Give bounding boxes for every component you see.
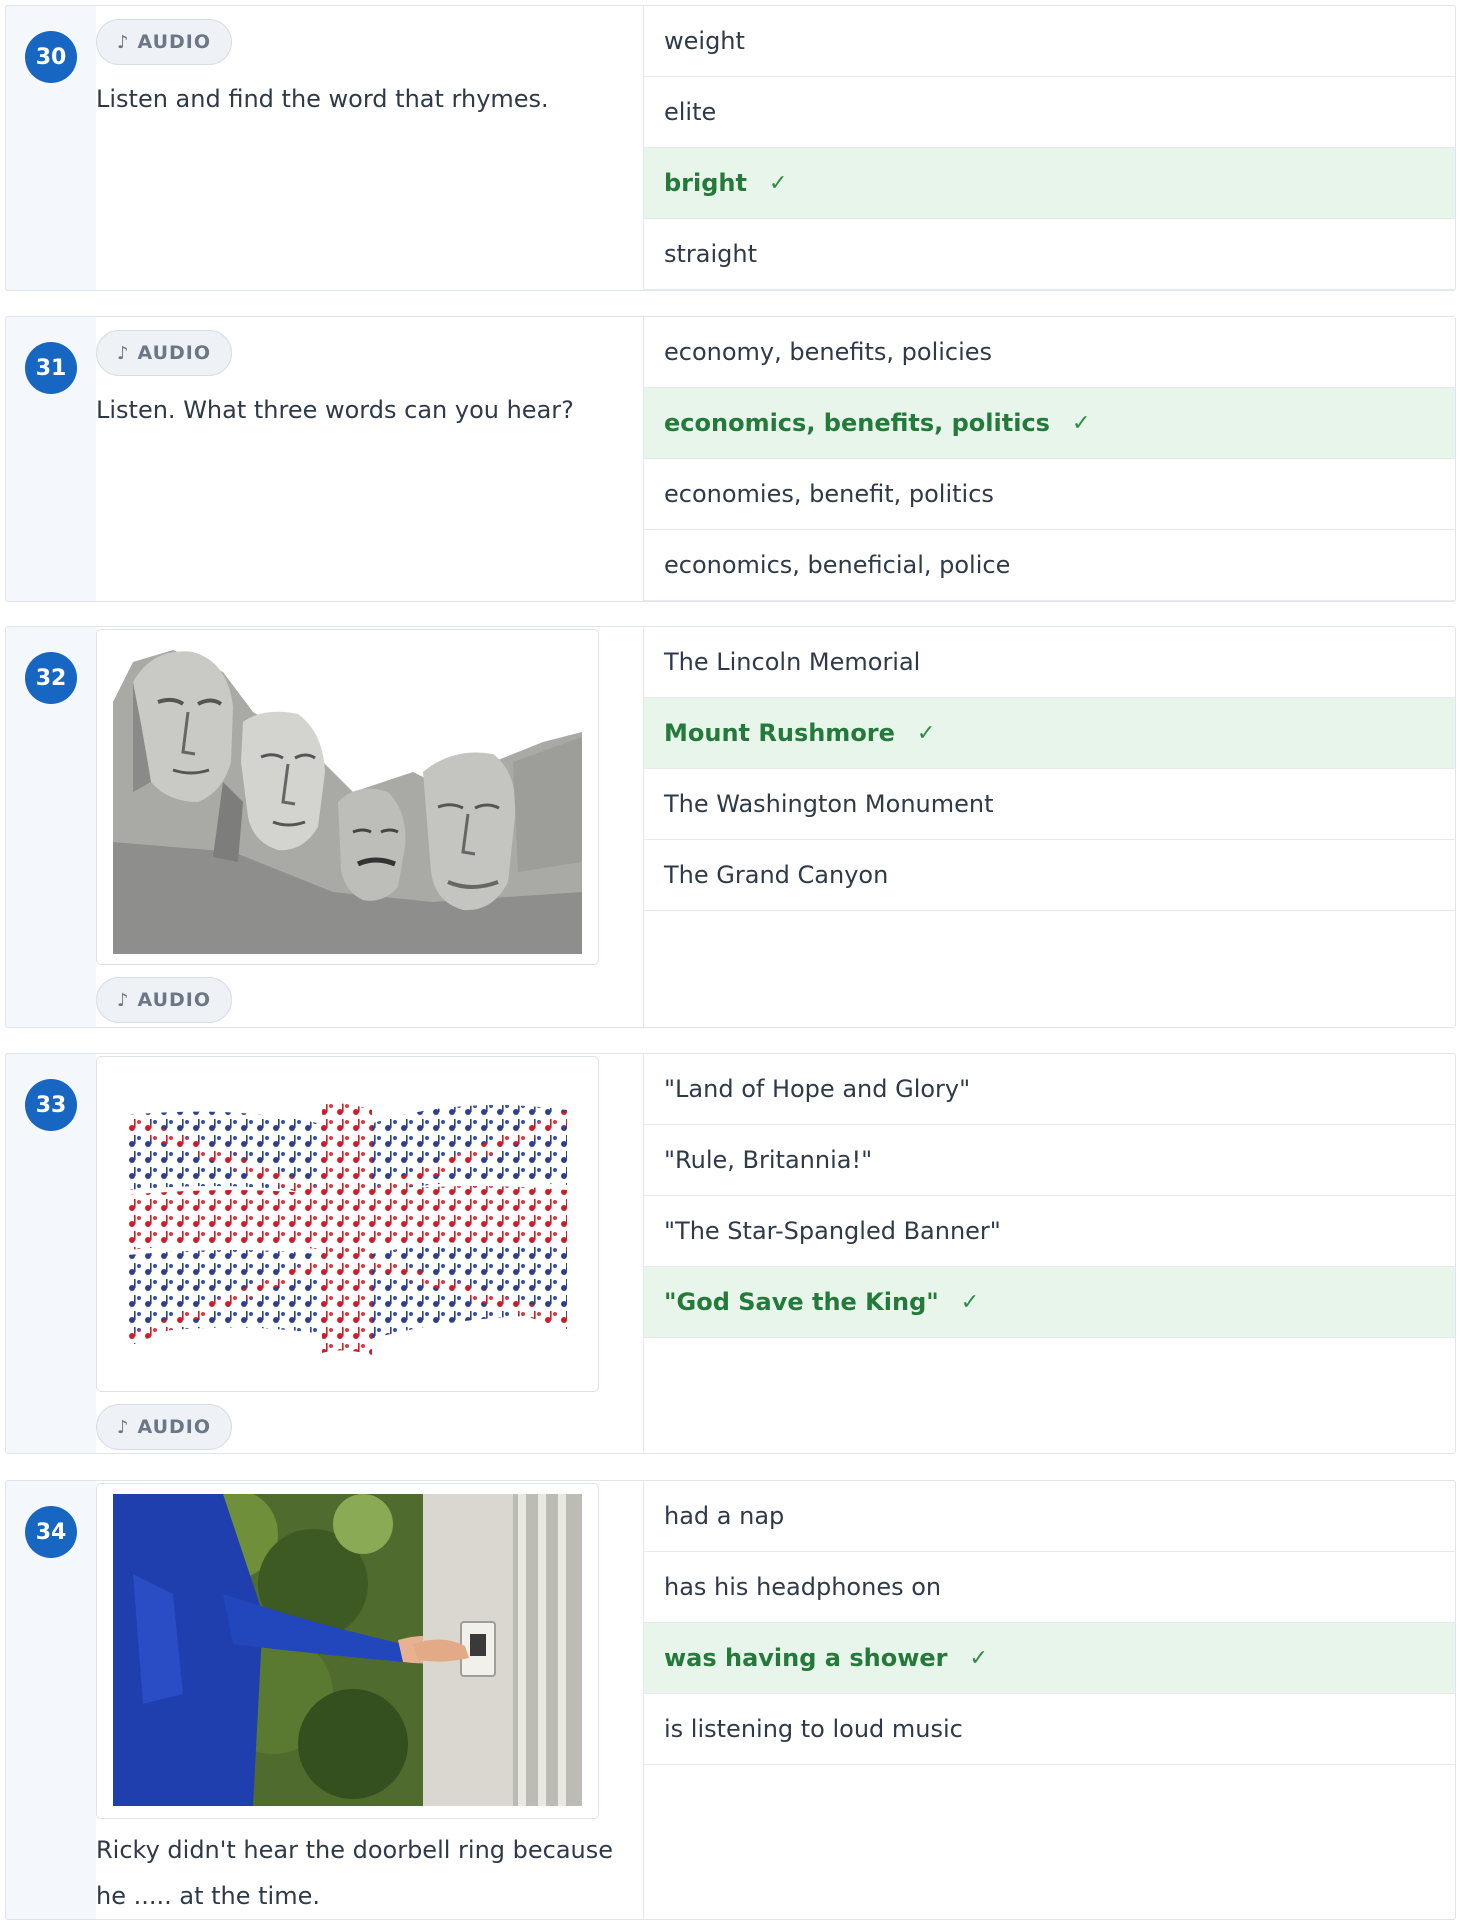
- option-label: weight: [664, 27, 745, 55]
- question-number-column: 32: [6, 627, 96, 1027]
- audio-button[interactable]: ♪ AUDIO: [96, 19, 232, 65]
- option-label: has his headphones on: [664, 1573, 942, 1601]
- question-image-frame: [96, 1056, 599, 1392]
- audio-button-label: AUDIO: [137, 342, 212, 364]
- audio-button[interactable]: ♪ AUDIO: [96, 977, 232, 1023]
- answer-option[interactable]: elite: [644, 77, 1455, 148]
- question-image-frame: [96, 1483, 599, 1819]
- audio-button-label: AUDIO: [137, 989, 212, 1011]
- answer-option[interactable]: "Rule, Britannia!": [644, 1125, 1455, 1196]
- check-icon: ✓: [768, 170, 788, 196]
- options-list: The Lincoln Memorial Mount Rushmore ✓ The…: [644, 627, 1455, 911]
- option-label: straight: [664, 240, 758, 268]
- option-label: economy, benefits, policies: [664, 338, 993, 366]
- question-number-badge: 34: [25, 1506, 77, 1558]
- option-label: "Rule, Britannia!": [664, 1146, 873, 1174]
- prompt-column: Ricky didn't hear the doorbell ring beca…: [96, 1481, 643, 1919]
- question-card-30: 30 ♪ AUDIO Listen and find the word that…: [5, 5, 1456, 291]
- answer-option[interactable]: is listening to loud music: [644, 1694, 1455, 1765]
- check-icon: ✓: [960, 1289, 980, 1315]
- answer-option-correct[interactable]: economics, benefits, politics ✓: [644, 388, 1455, 459]
- option-label: Mount Rushmore: [664, 719, 895, 747]
- answer-option-correct[interactable]: was having a shower ✓: [644, 1623, 1455, 1694]
- option-label: elite: [664, 98, 717, 126]
- music-note-icon: ♪: [116, 989, 130, 1011]
- question-number-column: 33: [6, 1054, 96, 1453]
- answer-option-correct[interactable]: "God Save the King" ✓: [644, 1267, 1455, 1338]
- answer-option[interactable]: had a nap: [644, 1481, 1455, 1552]
- option-label: The Washington Monument: [664, 790, 994, 818]
- question-image-frame: [96, 629, 599, 965]
- option-label: economies, benefit, politics: [664, 480, 994, 508]
- audio-button[interactable]: ♪ AUDIO: [96, 330, 232, 376]
- question-prompt-line-1: Ricky didn't hear the doorbell ring beca…: [96, 1836, 614, 1864]
- question-card-31: 31 ♪ AUDIO Listen. What three words can …: [5, 316, 1456, 602]
- answer-option[interactable]: The Grand Canyon: [644, 840, 1455, 911]
- option-label: The Grand Canyon: [664, 861, 889, 889]
- check-icon: ✓: [916, 720, 936, 746]
- answer-option[interactable]: "Land of Hope and Glory": [644, 1054, 1455, 1125]
- question-prompt: Listen. What three words can you hear?: [96, 396, 574, 424]
- options-list: "Land of Hope and Glory" "Rule, Britanni…: [644, 1054, 1455, 1338]
- answer-option[interactable]: has his headphones on: [644, 1552, 1455, 1623]
- option-label: economics, benefits, politics: [664, 409, 1050, 437]
- mount-rushmore-image: [113, 642, 582, 954]
- option-label: had a nap: [664, 1502, 785, 1530]
- question-number-badge: 31: [25, 342, 77, 394]
- option-label: "The Star-Spangled Banner": [664, 1217, 1001, 1245]
- answer-option[interactable]: The Washington Monument: [644, 769, 1455, 840]
- options-list: economy, benefits, policies economics, b…: [644, 317, 1455, 601]
- option-label: bright: [664, 169, 747, 197]
- check-icon: ✓: [1071, 410, 1091, 436]
- question-prompt: Listen and find the word that rhymes.: [96, 85, 549, 113]
- union-jack-music-notes-image: [127, 1103, 567, 1355]
- question-number-column: 34: [6, 1481, 96, 1919]
- answer-option[interactable]: economies, benefit, politics: [644, 459, 1455, 530]
- music-note-icon: ♪: [116, 31, 130, 53]
- music-note-icon: ♪: [116, 1416, 130, 1438]
- answer-option[interactable]: economics, beneficial, police: [644, 530, 1455, 601]
- option-label: "Land of Hope and Glory": [664, 1075, 971, 1103]
- answer-option[interactable]: "The Star-Spangled Banner": [644, 1196, 1455, 1267]
- answer-option[interactable]: weight: [644, 6, 1455, 77]
- question-card-33: 33 ♪ AUDIO "Land of Hope and Glory" "Rul…: [5, 1053, 1456, 1454]
- doorbell-photo-image: [113, 1494, 582, 1806]
- prompt-column: ♪ AUDIO: [96, 1054, 643, 1453]
- option-label: was having a shower: [664, 1644, 948, 1672]
- question-number-column: 30: [6, 6, 96, 290]
- music-note-icon: ♪: [116, 342, 130, 364]
- answer-option[interactable]: The Lincoln Memorial: [644, 627, 1455, 698]
- check-icon: ✓: [969, 1645, 988, 1671]
- option-label: economics, beneficial, police: [664, 551, 1011, 579]
- answer-option[interactable]: economy, benefits, policies: [644, 317, 1455, 388]
- question-card-34: 34 Ricky didn't hear the doorbell ring b…: [5, 1480, 1456, 1920]
- answer-option[interactable]: straight: [644, 219, 1455, 290]
- question-number-badge: 33: [25, 1079, 77, 1131]
- question-number-badge: 32: [25, 652, 77, 704]
- prompt-column: ♪ AUDIO Listen and find the word that rh…: [96, 6, 643, 290]
- question-card-32: 32 ♪ AUDIO The Lincoln Memorial Mount Ru…: [5, 626, 1456, 1028]
- audio-button-label: AUDIO: [137, 31, 212, 53]
- options-list: weight elite bright ✓ straight: [644, 6, 1455, 290]
- audio-button-label: AUDIO: [137, 1416, 212, 1438]
- question-number-column: 31: [6, 317, 96, 601]
- question-prompt-line-2: he ..... at the time.: [96, 1882, 320, 1910]
- options-list: had a nap has his headphones on was havi…: [644, 1481, 1455, 1765]
- prompt-column: ♪ AUDIO: [96, 627, 643, 1027]
- answer-option-correct[interactable]: Mount Rushmore ✓: [644, 698, 1455, 769]
- question-number-badge: 30: [25, 31, 77, 83]
- option-label: is listening to loud music: [664, 1715, 963, 1743]
- option-label: "God Save the King": [664, 1288, 939, 1316]
- option-label: The Lincoln Memorial: [664, 648, 921, 676]
- answer-option-correct[interactable]: bright ✓: [644, 148, 1455, 219]
- prompt-column: ♪ AUDIO Listen. What three words can you…: [96, 317, 643, 601]
- audio-button[interactable]: ♪ AUDIO: [96, 1404, 232, 1450]
